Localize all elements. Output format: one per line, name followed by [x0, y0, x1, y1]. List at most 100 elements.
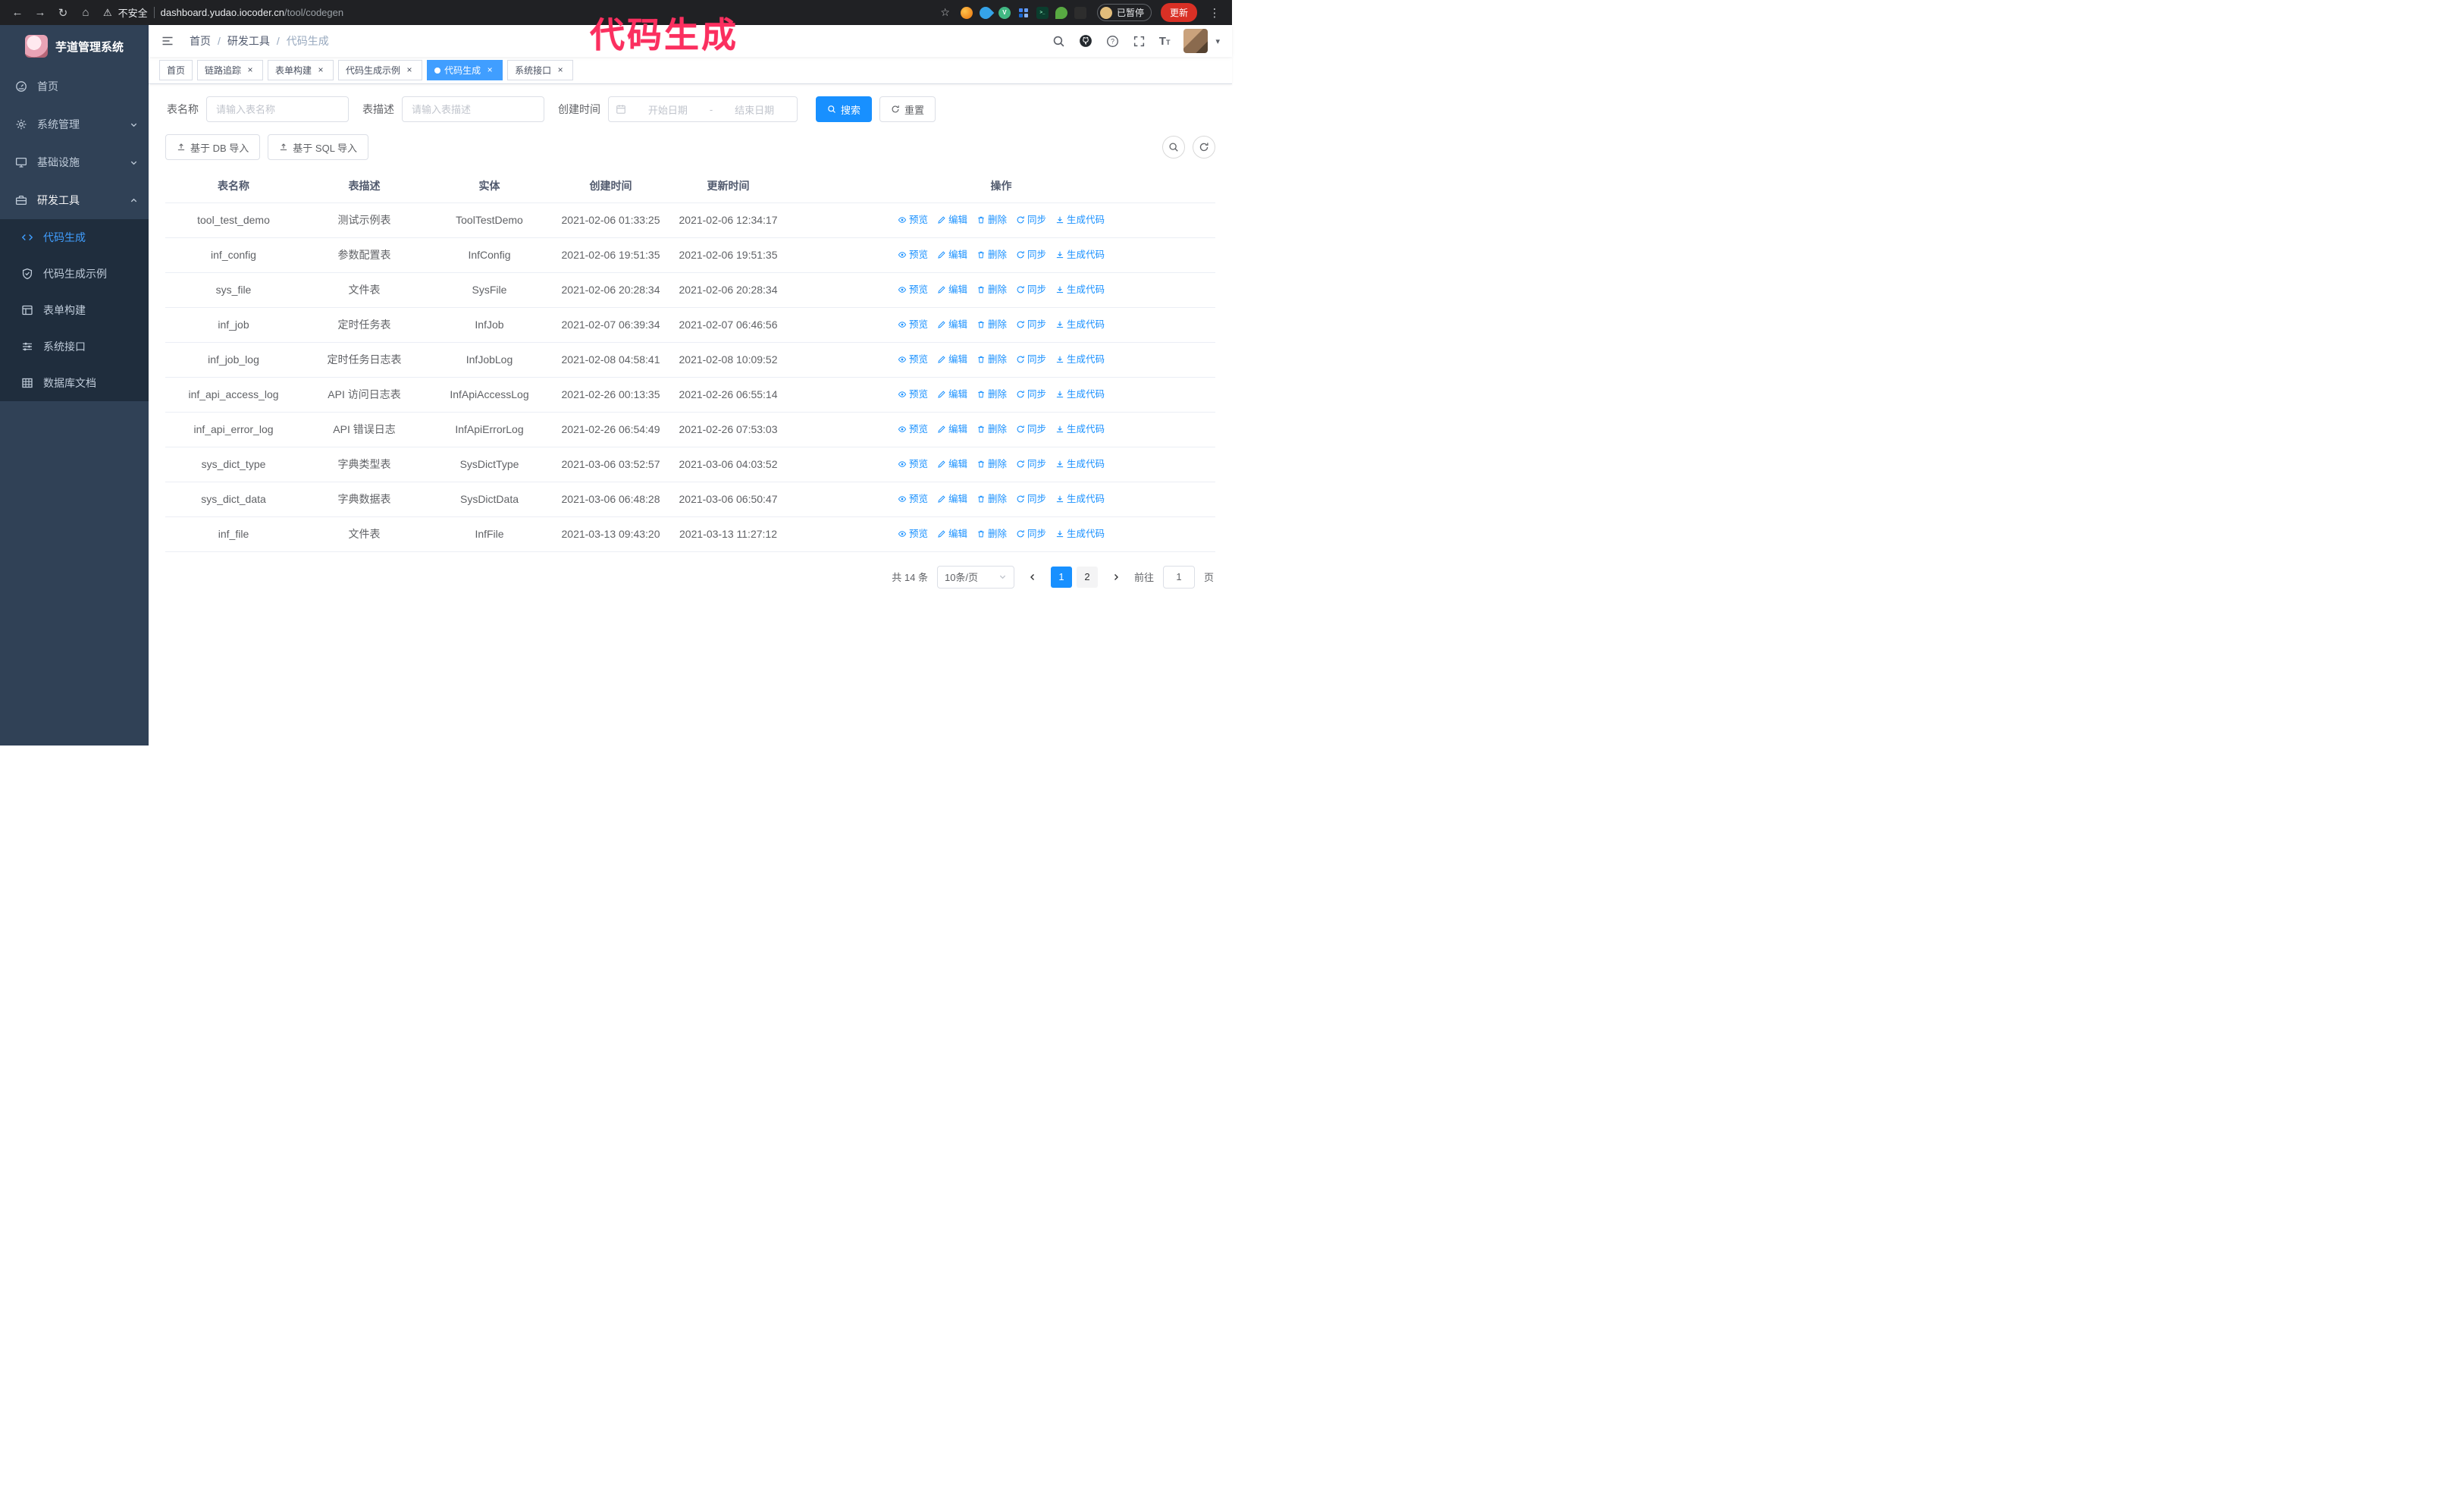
sync-link[interactable]: 同步 — [1016, 212, 1046, 228]
sidebar-item-infra[interactable]: 基础设施 — [0, 143, 149, 181]
search-button[interactable]: 搜索 — [816, 96, 873, 122]
sidebar-item-db-doc[interactable]: 数据库文档 — [0, 365, 149, 401]
import-db-button[interactable]: 基于 DB 导入 — [165, 134, 261, 160]
goto-page-input[interactable] — [1162, 565, 1195, 589]
delete-link[interactable]: 删除 — [977, 526, 1007, 541]
sync-link[interactable]: 同步 — [1016, 282, 1046, 297]
edit-link[interactable]: 编辑 — [937, 282, 967, 297]
sidebar-item-form-builder[interactable]: 表单构建 — [0, 292, 149, 328]
view-tab[interactable]: 链路追踪 × — [197, 60, 264, 80]
edit-link[interactable]: 编辑 — [937, 212, 967, 228]
browser-extension-icon[interactable] — [1055, 6, 1067, 19]
profile-paused-badge[interactable]: 已暂停 — [1096, 4, 1152, 21]
import-sql-button[interactable]: 基于 SQL 导入 — [268, 134, 369, 160]
preview-link[interactable]: 预览 — [898, 352, 928, 367]
vue-devtools-icon[interactable]: V — [998, 6, 1011, 19]
generate-code-link[interactable]: 生成代码 — [1055, 247, 1105, 262]
reset-button[interactable]: 重置 — [879, 96, 936, 122]
table-name-input[interactable] — [206, 96, 349, 122]
table-desc-input[interactable] — [402, 96, 544, 122]
user-avatar[interactable] — [1183, 29, 1208, 53]
edit-link[interactable]: 编辑 — [937, 526, 967, 541]
browser-extension-icon[interactable] — [1017, 7, 1030, 19]
delete-link[interactable]: 删除 — [977, 212, 1007, 228]
close-icon[interactable]: × — [245, 64, 255, 76]
refresh-table-button[interactable] — [1193, 136, 1215, 159]
breadcrumb-item[interactable]: 首页 — [190, 33, 211, 49]
browser-extension-icon[interactable] — [1074, 6, 1086, 19]
generate-code-link[interactable]: 生成代码 — [1055, 526, 1105, 541]
view-tab[interactable]: 表单构建 × — [268, 60, 334, 80]
generate-code-link[interactable]: 生成代码 — [1055, 422, 1105, 437]
delete-link[interactable]: 删除 — [977, 282, 1007, 297]
sidebar-item-system-api[interactable]: 系统接口 — [0, 328, 149, 365]
github-icon[interactable] — [1079, 34, 1092, 48]
preview-link[interactable]: 预览 — [898, 422, 928, 437]
preview-link[interactable]: 预览 — [898, 212, 928, 228]
terminal-extension-icon[interactable]: >_ — [1036, 6, 1049, 19]
sidebar-item-system[interactable]: 系统管理 — [0, 105, 149, 143]
edit-link[interactable]: 编辑 — [937, 457, 967, 472]
date-range-picker[interactable]: 开始日期 - 结束日期 — [608, 96, 798, 122]
delete-link[interactable]: 删除 — [977, 422, 1007, 437]
preview-link[interactable]: 预览 — [898, 491, 928, 507]
preview-link[interactable]: 预览 — [898, 526, 928, 541]
font-size-icon[interactable]: TT — [1159, 36, 1171, 47]
close-icon[interactable]: × — [484, 64, 495, 76]
reload-icon[interactable]: ↻ — [53, 3, 73, 23]
edit-link[interactable]: 编辑 — [937, 422, 967, 437]
toggle-search-button[interactable] — [1162, 136, 1185, 159]
browser-extension-icon[interactable] — [977, 4, 995, 21]
edit-link[interactable]: 编辑 — [937, 247, 967, 262]
fullscreen-icon[interactable] — [1133, 35, 1146, 48]
sync-link[interactable]: 同步 — [1016, 317, 1046, 332]
sync-link[interactable]: 同步 — [1016, 526, 1046, 541]
view-tab[interactable]: 代码生成示例 × — [338, 60, 423, 80]
page-size-select[interactable]: 10条/页 — [936, 565, 1014, 589]
browser-extension-icon[interactable] — [960, 6, 973, 19]
generate-code-link[interactable]: 生成代码 — [1055, 387, 1105, 402]
sidebar-item-codegen-example[interactable]: 代码生成示例 — [0, 256, 149, 292]
close-icon[interactable]: × — [404, 64, 415, 76]
home-icon[interactable]: ⌂ — [76, 3, 96, 23]
preview-link[interactable]: 预览 — [898, 317, 928, 332]
edit-link[interactable]: 编辑 — [937, 352, 967, 367]
sync-link[interactable]: 同步 — [1016, 422, 1046, 437]
edit-link[interactable]: 编辑 — [937, 317, 967, 332]
preview-link[interactable]: 预览 — [898, 387, 928, 402]
generate-code-link[interactable]: 生成代码 — [1055, 212, 1105, 228]
sync-link[interactable]: 同步 — [1016, 457, 1046, 472]
close-icon[interactable]: × — [555, 64, 566, 76]
delete-link[interactable]: 删除 — [977, 317, 1007, 332]
delete-link[interactable]: 删除 — [977, 352, 1007, 367]
back-icon[interactable]: ← — [8, 3, 27, 23]
bookmark-star-icon[interactable]: ☆ — [940, 6, 950, 19]
forward-icon[interactable]: → — [30, 3, 50, 23]
generate-code-link[interactable]: 生成代码 — [1055, 457, 1105, 472]
search-icon[interactable] — [1052, 35, 1065, 48]
close-icon[interactable]: × — [315, 64, 326, 76]
preview-link[interactable]: 预览 — [898, 282, 928, 297]
delete-link[interactable]: 删除 — [977, 387, 1007, 402]
generate-code-link[interactable]: 生成代码 — [1055, 282, 1105, 297]
help-icon[interactable]: ? — [1106, 35, 1119, 48]
sync-link[interactable]: 同步 — [1016, 247, 1046, 262]
sidebar-item-home[interactable]: 首页 — [0, 67, 149, 105]
view-tab[interactable]: 代码生成 × — [427, 60, 503, 80]
preview-link[interactable]: 预览 — [898, 247, 928, 262]
generate-code-link[interactable]: 生成代码 — [1055, 491, 1105, 507]
browser-menu-icon[interactable]: ⋮ — [1205, 3, 1224, 23]
prev-page-button[interactable] — [1024, 567, 1042, 588]
edit-link[interactable]: 编辑 — [937, 387, 967, 402]
delete-link[interactable]: 删除 — [977, 457, 1007, 472]
preview-link[interactable]: 预览 — [898, 457, 928, 472]
delete-link[interactable]: 删除 — [977, 247, 1007, 262]
sidebar-item-codegen[interactable]: 代码生成 — [0, 219, 149, 256]
next-page-button[interactable] — [1107, 567, 1125, 588]
sync-link[interactable]: 同步 — [1016, 387, 1046, 402]
view-tab[interactable]: 系统接口 × — [507, 60, 574, 80]
breadcrumb-item[interactable]: 研发工具 — [227, 33, 270, 49]
sync-link[interactable]: 同步 — [1016, 491, 1046, 507]
generate-code-link[interactable]: 生成代码 — [1055, 352, 1105, 367]
browser-update-button[interactable]: 更新 — [1160, 3, 1197, 22]
